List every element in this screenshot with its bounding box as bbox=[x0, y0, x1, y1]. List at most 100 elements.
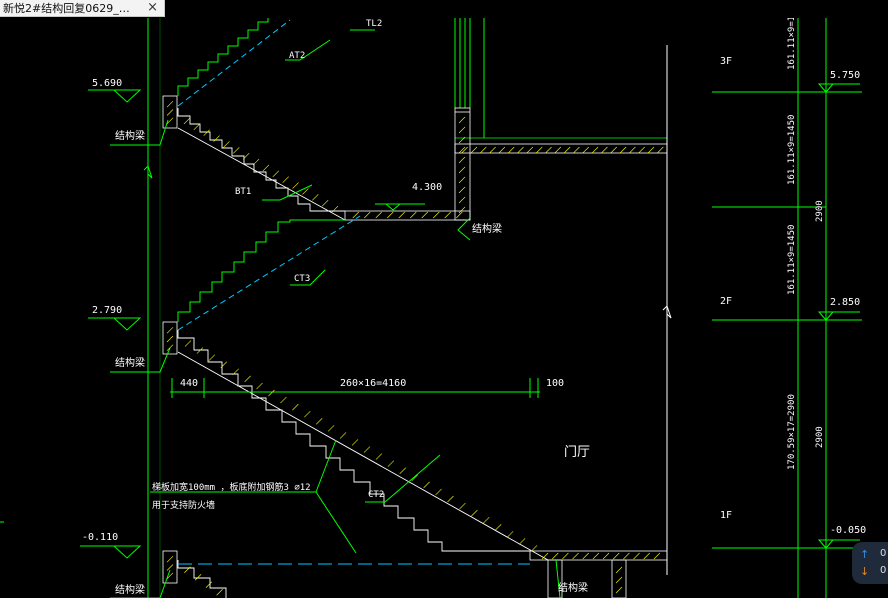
elev-5750: 5.750 bbox=[830, 70, 860, 81]
hatch-mark bbox=[615, 586, 623, 594]
hatch-mark bbox=[647, 146, 655, 154]
hatch-mark bbox=[339, 432, 347, 439]
hatch-mark bbox=[530, 545, 538, 552]
label-ct3: CT3 bbox=[294, 274, 310, 284]
hatch-mark bbox=[480, 146, 487, 154]
hatch-mark bbox=[562, 552, 569, 560]
label-hall: 门厅 bbox=[564, 445, 590, 460]
hatch-mark bbox=[321, 199, 329, 207]
hatch-mark bbox=[375, 211, 382, 219]
hatch-mark bbox=[280, 396, 287, 404]
hatch-mark bbox=[387, 460, 395, 467]
view-navigation-widget[interactable]: ↑ 0 ↓ 0 bbox=[852, 542, 888, 584]
hatch-mark bbox=[458, 116, 466, 124]
label-tl2: TL2 bbox=[366, 19, 382, 29]
vdim-mid: 161.11×9=1450 bbox=[787, 225, 797, 295]
hatch-mark bbox=[602, 552, 610, 560]
hatch-mark bbox=[643, 552, 650, 560]
elev-m0050: -0.050 bbox=[830, 525, 866, 536]
label-at2: AT2 bbox=[289, 51, 305, 61]
hatch-mark bbox=[282, 176, 289, 183]
hatch-mark bbox=[506, 531, 514, 538]
vdim-low: 170.59×17=2900 bbox=[787, 394, 797, 470]
hatch-mark bbox=[268, 389, 275, 397]
label-beam-2: 结构梁 bbox=[472, 222, 502, 235]
hatch-mark bbox=[216, 589, 223, 596]
hatch-mark bbox=[629, 146, 636, 154]
label-beam-1: 结构梁 bbox=[115, 129, 145, 142]
label-beam-4: 结构梁 bbox=[115, 583, 145, 596]
cad-drawing-canvas[interactable]: TL2 AT2 BT1 CT3 CT2 结构梁 结构梁 结构梁 结构梁 结构梁 … bbox=[0, 18, 888, 598]
hatch-mark bbox=[545, 146, 552, 154]
hatch-mark bbox=[615, 566, 623, 574]
hatch-mark bbox=[444, 211, 451, 219]
hatch-mark bbox=[458, 166, 466, 174]
hatch-mark bbox=[208, 354, 216, 361]
hatch-mark bbox=[166, 564, 174, 571]
vdim-upper: 161.11×9=1450 bbox=[787, 115, 797, 185]
elev-4300: 4.300 bbox=[412, 182, 442, 193]
label-beam-5: 结构梁 bbox=[558, 581, 588, 594]
hatch-mark bbox=[615, 576, 623, 584]
hatch-mark bbox=[619, 146, 627, 154]
hatch-mark bbox=[535, 146, 543, 154]
hatch-mark bbox=[166, 555, 174, 563]
hatch-mark bbox=[623, 552, 630, 560]
nav-down-label: 0 bbox=[880, 565, 887, 576]
hatch-mark bbox=[470, 146, 478, 154]
hatch-mark bbox=[471, 509, 478, 517]
dim-440: 440 bbox=[180, 378, 198, 389]
nav-up-label: 0 bbox=[880, 548, 887, 559]
hatch-mark bbox=[423, 481, 430, 489]
dim-100: 100 bbox=[546, 378, 564, 389]
elev-5690: 5.690 bbox=[92, 78, 122, 89]
hatch-mark bbox=[633, 552, 640, 560]
hatch-mark bbox=[526, 146, 534, 154]
hatch-mark bbox=[166, 344, 174, 351]
hatch-mark bbox=[610, 146, 617, 154]
hatch-mark bbox=[435, 488, 442, 496]
hatch-mark bbox=[256, 382, 263, 390]
hatch-mark bbox=[166, 327, 174, 334]
hatch-mark bbox=[447, 495, 454, 503]
hatch-mark bbox=[196, 347, 204, 354]
vdim-2900-a: 2900 bbox=[815, 200, 825, 222]
arrow-up-icon[interactable]: ↑ bbox=[860, 548, 869, 561]
dim-run: 260×16=4160 bbox=[340, 378, 406, 389]
document-tab-title: 新悦2#结构回复0629_… bbox=[3, 2, 130, 15]
label-ct2: CT2 bbox=[368, 490, 384, 500]
hatch-mark bbox=[554, 146, 562, 154]
note-line-2: 用于支持防火墙 bbox=[152, 499, 215, 511]
hatch-mark bbox=[498, 146, 506, 154]
elev-2790: 2.790 bbox=[92, 305, 122, 316]
hatch-mark bbox=[213, 135, 220, 142]
arrow-down-icon[interactable]: ↓ bbox=[860, 565, 869, 578]
close-icon[interactable]: × bbox=[147, 0, 158, 15]
hatch-mark bbox=[601, 146, 608, 154]
note-line-1: 梯板加宽100mm ，板底附加钢筋3 ⌀12 bbox=[152, 481, 311, 493]
label-2f: 2F bbox=[720, 296, 732, 307]
drawing-labels: TL2 AT2 BT1 CT3 CT2 结构梁 结构梁 结构梁 结构梁 结构梁 … bbox=[82, 18, 866, 596]
hatch-mark bbox=[364, 211, 371, 219]
hatch-mark bbox=[489, 146, 496, 154]
hatch-mark bbox=[461, 146, 468, 154]
hatch-mark bbox=[410, 211, 417, 219]
hatch-mark bbox=[421, 211, 428, 219]
hatch-mark bbox=[363, 446, 371, 453]
hatch-mark bbox=[203, 129, 210, 136]
hatch-mark bbox=[223, 141, 230, 148]
hatch-mark bbox=[205, 581, 213, 588]
document-tab[interactable]: 新悦2#结构回复0629_… × bbox=[0, 0, 165, 17]
hatch-mark bbox=[508, 146, 515, 154]
label-bt1: BT1 bbox=[235, 187, 251, 197]
hatch-mark bbox=[458, 126, 466, 134]
hatch-mark bbox=[244, 375, 251, 383]
label-1f: 1F bbox=[720, 510, 732, 521]
hatch-mark bbox=[375, 453, 383, 460]
hatch-mark bbox=[316, 418, 323, 425]
hatch-mark bbox=[517, 146, 524, 154]
hatch-mark bbox=[483, 516, 490, 524]
elev-m0110: -0.110 bbox=[82, 532, 118, 543]
tab-bar: 新悦2#结构回复0629_… × bbox=[0, 0, 888, 18]
vdim-top: 161.11×9=14 bbox=[787, 18, 797, 70]
